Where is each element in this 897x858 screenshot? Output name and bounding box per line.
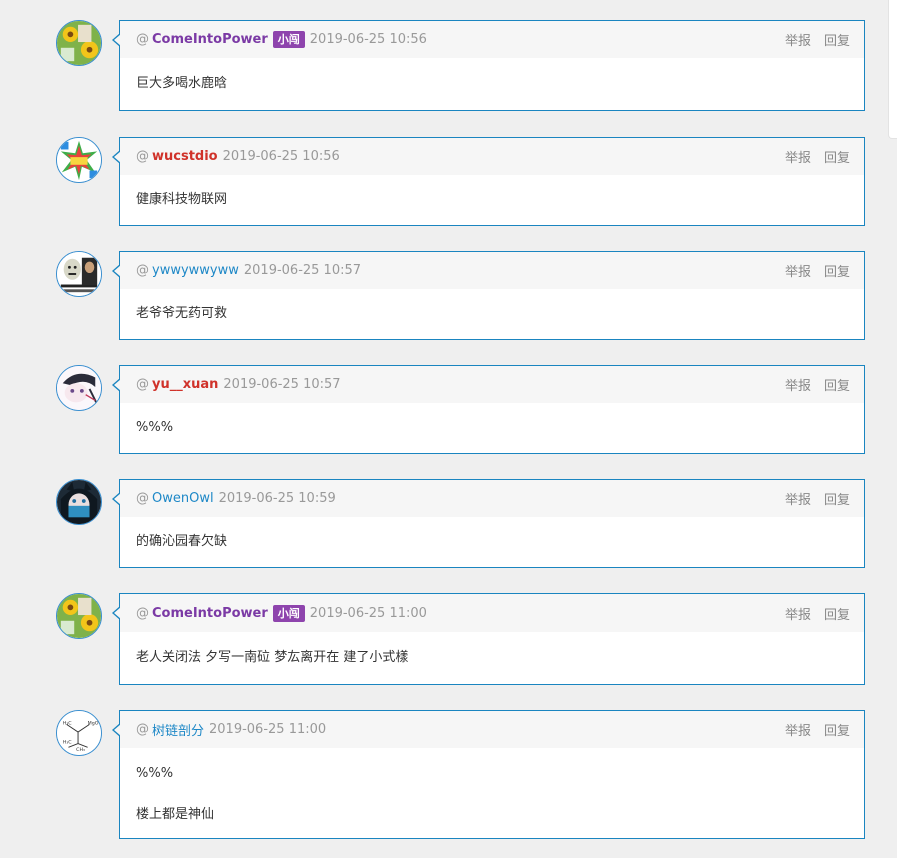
at-symbol: @ bbox=[136, 491, 149, 506]
comment-time: 2019-06-25 10:57 bbox=[223, 377, 341, 392]
comment-box: @ 树链剖分 2019-06-25 11:00 举报 回复 %%% 楼上都是神仙 bbox=[112, 710, 865, 839]
at-symbol: @ bbox=[136, 605, 149, 621]
reply-button[interactable]: 回复 bbox=[824, 489, 850, 508]
user-badge: 小闯 bbox=[272, 604, 305, 622]
report-button[interactable]: 举报 bbox=[785, 604, 811, 623]
comment-text: 巨大多喝水鹿晗 bbox=[136, 76, 228, 91]
reply-button[interactable]: 回复 bbox=[824, 261, 850, 280]
at-symbol: @ bbox=[136, 263, 149, 278]
user-avatar[interactable] bbox=[56, 137, 102, 183]
comment-time: 2019-06-25 10:59 bbox=[218, 491, 336, 506]
comment-box: @ yu__xuan 2019-06-25 10:57 举报 回复 %%% bbox=[112, 365, 865, 454]
comment-body: 健康科技物联网 bbox=[120, 175, 864, 210]
at-symbol: @ bbox=[136, 377, 149, 392]
comment-text: 健康科技物联网 bbox=[136, 192, 228, 207]
svg-text:MgO: MgO bbox=[88, 720, 99, 726]
comment-header: @ yu__xuan 2019-06-25 10:57 举报 回复 bbox=[120, 366, 864, 403]
comment-header: @ 树链剖分 2019-06-25 11:00 举报 回复 bbox=[120, 711, 864, 748]
comment-time: 2019-06-25 11:00 bbox=[209, 722, 327, 737]
comment-body: 老爷爷无药可救 bbox=[120, 289, 864, 324]
comment-header: @ ComeIntoPower 小闯 2019-06-25 11:00 举报 回… bbox=[120, 594, 864, 632]
report-button[interactable]: 举报 bbox=[785, 375, 811, 394]
comment-body: %%% bbox=[120, 403, 864, 438]
comment-box: @ ComeIntoPower 小闯 2019-06-25 11:00 举报 回… bbox=[112, 593, 865, 685]
comment-box: @ OwenOwl 2019-06-25 10:59 举报 回复 的确沁园春欠缺 bbox=[112, 479, 865, 568]
report-button[interactable]: 举报 bbox=[785, 30, 811, 49]
username-link[interactable]: 树链剖分 bbox=[152, 720, 204, 739]
username-link[interactable]: ComeIntoPower bbox=[152, 32, 268, 47]
at-symbol: @ bbox=[136, 32, 149, 47]
comment-text: 老爷爷无药可救 bbox=[136, 306, 228, 321]
comment-box: @ ywwywwyww 2019-06-25 10:57 举报 回复 老爷爷无药… bbox=[112, 251, 865, 340]
reply-button[interactable]: 回复 bbox=[824, 147, 850, 166]
username-link[interactable]: yu__xuan bbox=[152, 377, 218, 392]
comment-body: 的确沁园春欠缺 bbox=[120, 517, 864, 552]
user-avatar[interactable]: H₃C MgO H₃C CH₃ bbox=[56, 710, 102, 756]
comment-body: %%% 楼上都是神仙 bbox=[120, 748, 864, 825]
comment-time: 2019-06-25 11:00 bbox=[309, 605, 427, 621]
comment-header: @ OwenOwl 2019-06-25 10:59 举报 回复 bbox=[120, 480, 864, 517]
comment-text: 楼上都是神仙 bbox=[136, 807, 215, 822]
at-symbol: @ bbox=[136, 722, 149, 737]
username-link[interactable]: OwenOwl bbox=[152, 491, 214, 506]
svg-text:H₃C: H₃C bbox=[63, 720, 72, 726]
username-link[interactable]: ywwywwyww bbox=[152, 263, 239, 278]
user-badge: 小闯 bbox=[272, 31, 305, 48]
reply-button[interactable]: 回复 bbox=[824, 30, 850, 49]
user-avatar[interactable] bbox=[56, 20, 102, 66]
username-link[interactable]: wucstdio bbox=[152, 149, 218, 164]
comment-box: @ wucstdio 2019-06-25 10:56 举报 回复 健康科技物联… bbox=[112, 137, 865, 226]
comment-time: 2019-06-25 10:56 bbox=[222, 149, 340, 164]
reply-button[interactable]: 回复 bbox=[824, 375, 850, 394]
svg-text:H₃C: H₃C bbox=[63, 740, 72, 746]
comment-text: %%% bbox=[136, 420, 174, 435]
comment-text: %%% bbox=[136, 766, 174, 781]
user-avatar[interactable] bbox=[56, 479, 102, 525]
svg-text:CH₃: CH₃ bbox=[76, 747, 85, 753]
user-avatar[interactable] bbox=[56, 251, 102, 297]
report-button[interactable]: 举报 bbox=[785, 489, 811, 508]
reply-button[interactable]: 回复 bbox=[824, 604, 850, 623]
comment-time: 2019-06-25 10:56 bbox=[309, 32, 427, 47]
user-avatar[interactable] bbox=[56, 593, 102, 639]
comment-header: @ ComeIntoPower 小闯 2019-06-25 10:56 举报 回… bbox=[120, 21, 864, 58]
comment-text: 老人关闭法 夕写一南砬 梦厷离开在 建了小式樣 bbox=[136, 650, 409, 665]
comment-time: 2019-06-25 10:57 bbox=[243, 263, 362, 278]
username-link[interactable]: ComeIntoPower bbox=[152, 606, 268, 621]
at-symbol: @ bbox=[136, 149, 149, 164]
comment-header: @ ywwywwyww 2019-06-25 10:57 举报 回复 bbox=[120, 252, 864, 289]
report-button[interactable]: 举报 bbox=[785, 147, 811, 166]
comment-body: 巨大多喝水鹿晗 bbox=[120, 58, 864, 94]
comment-header: @ wucstdio 2019-06-25 10:56 举报 回复 bbox=[120, 138, 864, 175]
comment-box: @ ComeIntoPower 小闯 2019-06-25 10:56 举报 回… bbox=[112, 20, 865, 111]
side-panel-edge bbox=[888, 0, 897, 139]
comment-text: 的确沁园春欠缺 bbox=[136, 534, 228, 549]
user-avatar[interactable] bbox=[56, 365, 102, 411]
report-button[interactable]: 举报 bbox=[785, 261, 811, 280]
reply-button[interactable]: 回复 bbox=[824, 720, 850, 739]
report-button[interactable]: 举报 bbox=[785, 720, 811, 739]
comment-body: 老人关闭法 夕写一南砬 梦厷离开在 建了小式樣 bbox=[120, 632, 864, 668]
